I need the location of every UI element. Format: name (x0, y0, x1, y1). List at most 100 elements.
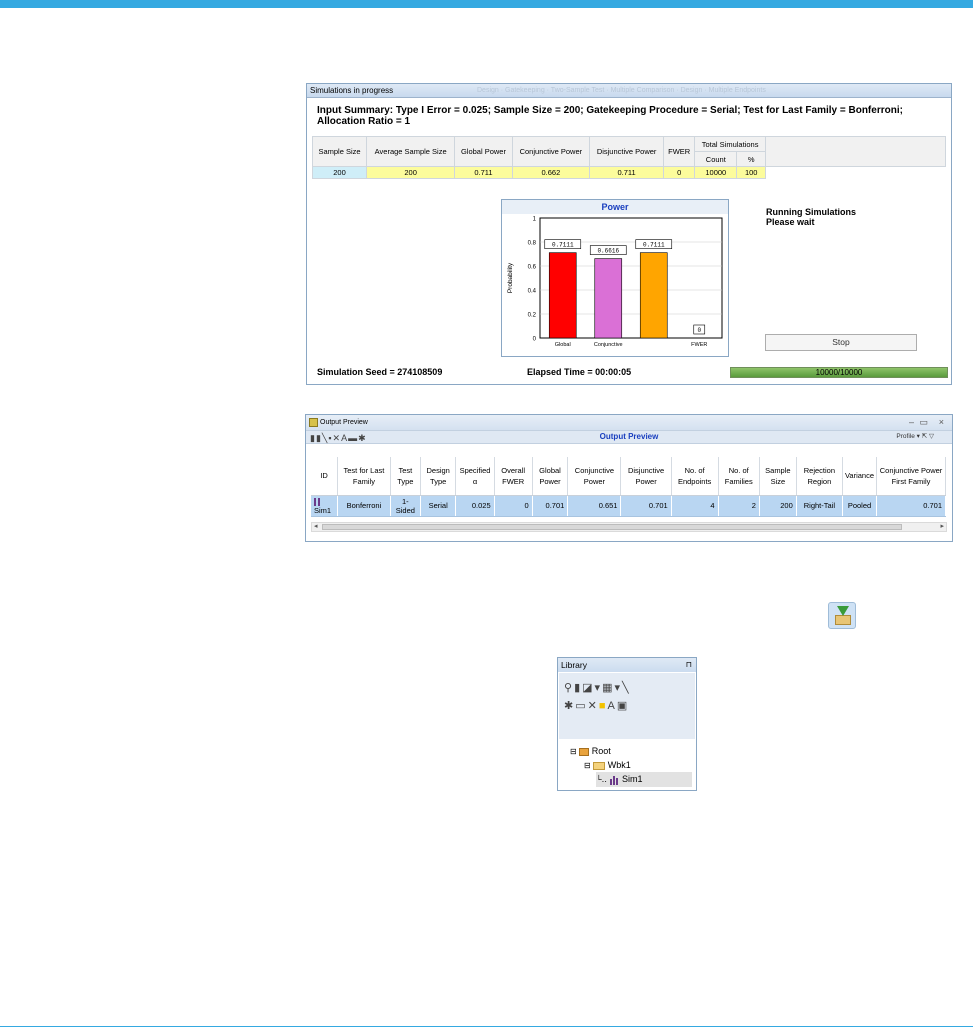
col-header[interactable]: Specified α (455, 457, 495, 496)
home-icon (579, 747, 590, 756)
cell: 0.662 (511, 166, 591, 179)
y-axis-label: Probability (507, 262, 514, 293)
simulations-title-text: Simulations in progress (310, 86, 394, 95)
tree-node-root[interactable]: ⊟ Root (570, 744, 611, 759)
col-header[interactable]: No. of Families (718, 457, 760, 496)
delete-icon[interactable]: ✕ (588, 700, 599, 712)
tree-label-wbk1: Wbk1 (607, 760, 631, 770)
power-chart-svg: 0 0.2 0.4 0.6 0.8 1 Probability 0.7111 Global 0.6… (507, 217, 723, 348)
y-tick-label: 0.2 (528, 313, 537, 319)
col-header: Sample Size (311, 136, 368, 167)
output-preview-title: Output Preview (320, 419, 368, 426)
save-arrow-shape (837, 606, 849, 616)
line-chart-icon[interactable]: ◪ (582, 682, 594, 694)
magnify-icon[interactable]: ⚲ (564, 682, 574, 694)
col-header: Average Sample Size (366, 136, 456, 167)
col-header[interactable]: ID (311, 457, 339, 496)
col-header[interactable]: Conjunctive Power (567, 457, 622, 496)
col-header: Global Power (454, 136, 513, 167)
tree-connector: └‥ (596, 775, 608, 784)
col-header[interactable]: No. of Endpoints (671, 457, 719, 496)
library-toolbar-row2: ✱▭✕■A▣ (564, 699, 629, 712)
note-icon[interactable]: ■ (599, 700, 608, 712)
collapse-icon[interactable]: ⊟ (570, 747, 577, 756)
table-row[interactable]: Sim1 Bonferroni 1-Sided Serial 0.025 0 0.701 0.… (311, 495, 946, 517)
tree-node-wbk1[interactable]: ⊟ Wbk1 (584, 758, 631, 773)
power-chart: Power 0 0.2 0.4 0.6 0.8 1 Probability 0.7111 Glo… (501, 199, 729, 357)
scroll-right-icon[interactable]: ▸ (940, 522, 944, 530)
settings-icon[interactable]: ✱ (564, 700, 575, 712)
edit-icon[interactable]: ╲ (622, 682, 631, 694)
close-button[interactable]: × (939, 415, 944, 430)
table-row[interactable]: 200 200 0.711 0.662 0.711 0 10000 100 (311, 166, 946, 179)
y-tick-label: 0 (533, 337, 537, 343)
cell: Serial (420, 495, 457, 517)
col-header: Conjunctive Power (511, 136, 591, 167)
running-status-line2: Please wait (766, 217, 815, 227)
floppy-icon[interactable]: ▭ (575, 700, 587, 712)
stop-button[interactable]: Stop (765, 334, 917, 351)
profile-dropdown[interactable]: Profile ▾ ⇱ ▽ (896, 431, 934, 443)
x-tick-label: Global (555, 342, 571, 348)
col-header[interactable]: Disjunctive Power (620, 457, 672, 496)
col-header-percent: % (736, 151, 766, 167)
row-id-cell: Sim1 (311, 495, 339, 517)
cell: Pooled (842, 495, 878, 517)
col-header[interactable]: Sample Size (759, 457, 797, 496)
filter-icon[interactable]: ▽ (929, 433, 934, 440)
simulation-icon (314, 497, 320, 506)
collapse-icon[interactable]: ⊟ (584, 761, 591, 770)
horizontal-scrollbar[interactable]: ◂ ▸ (311, 522, 947, 532)
format-icon[interactable]: A (608, 700, 617, 712)
scrollbar-thumb[interactable] (322, 524, 902, 530)
simulation-results-table: Sample Size Average Sample Size Global P… (311, 136, 946, 190)
col-header-count: Count (694, 151, 738, 167)
col-header[interactable]: Overall FWER (494, 457, 533, 496)
simulations-window: Simulations in progress Design · Gatekee… (306, 83, 952, 385)
export-icon[interactable]: ⇱ (922, 433, 927, 440)
col-header[interactable]: Test for Last Family (337, 457, 391, 496)
bar (639, 252, 668, 339)
data-label: 0.7111 (643, 242, 665, 249)
output-preview-toolbar-title: Output Preview (599, 432, 659, 441)
cell: 0.701 (876, 495, 946, 517)
pin-icon[interactable]: ⊓ (686, 658, 692, 672)
bar-chart-icon[interactable]: ▮ (574, 682, 582, 694)
col-header: FWER (663, 136, 696, 167)
bottom-accent-line (0, 1026, 973, 1027)
cell: Bonferroni (337, 495, 391, 517)
y-tick-label: 0.4 (528, 289, 537, 295)
tree-label-sim1: Sim1 (622, 774, 643, 784)
chart-title: Power (502, 200, 728, 214)
row-id-text: Sim1 (314, 505, 332, 515)
dropdown-icon[interactable]: ▾ (595, 682, 603, 694)
tree-node-sim1[interactable]: └‥ Sim1 (596, 772, 692, 787)
save-box-shape (835, 615, 851, 625)
col-header[interactable]: Conjunctive Power First Family (876, 457, 946, 496)
y-tick-label: 0.6 (528, 265, 537, 271)
col-header[interactable]: Rejection Region (796, 457, 843, 496)
bar (594, 258, 623, 339)
cell: 10000 (694, 166, 738, 179)
save-icon[interactable]: ▣ (617, 700, 629, 712)
maximize-button[interactable]: ▭ (919, 415, 928, 430)
progress-bar: 10000/10000 (730, 367, 948, 378)
table-spacer (312, 178, 946, 190)
y-tick-label: 0.8 (528, 241, 537, 247)
library-toolbar: ⚲▮◪▾▦▾╲ ✱▭✕■A▣ (559, 673, 695, 739)
cell: 0 (494, 495, 533, 517)
cell: 0.701 (532, 495, 569, 517)
col-header[interactable]: Variance (842, 457, 878, 496)
save-to-workbook-icon[interactable] (828, 602, 856, 629)
scroll-left-icon[interactable]: ◂ (314, 522, 318, 530)
y-tick-label: 1 (533, 217, 537, 223)
cell: 2 (718, 495, 760, 517)
table-icon[interactable]: ▦ (602, 682, 614, 694)
minimize-button[interactable]: – (909, 415, 914, 430)
output-preview-window: Output Preview – ▭ × ▮▮╲▪✕A▬✱ Output Pre… (305, 414, 953, 542)
col-header[interactable]: Design Type (420, 457, 457, 496)
dropdown-icon[interactable]: ▾ (614, 682, 622, 694)
output-preview-table: ID Test for Last Family Test Type Design Ty… (311, 457, 946, 517)
col-header[interactable]: Global Power (532, 457, 569, 496)
col-header[interactable]: Test Type (390, 457, 422, 496)
